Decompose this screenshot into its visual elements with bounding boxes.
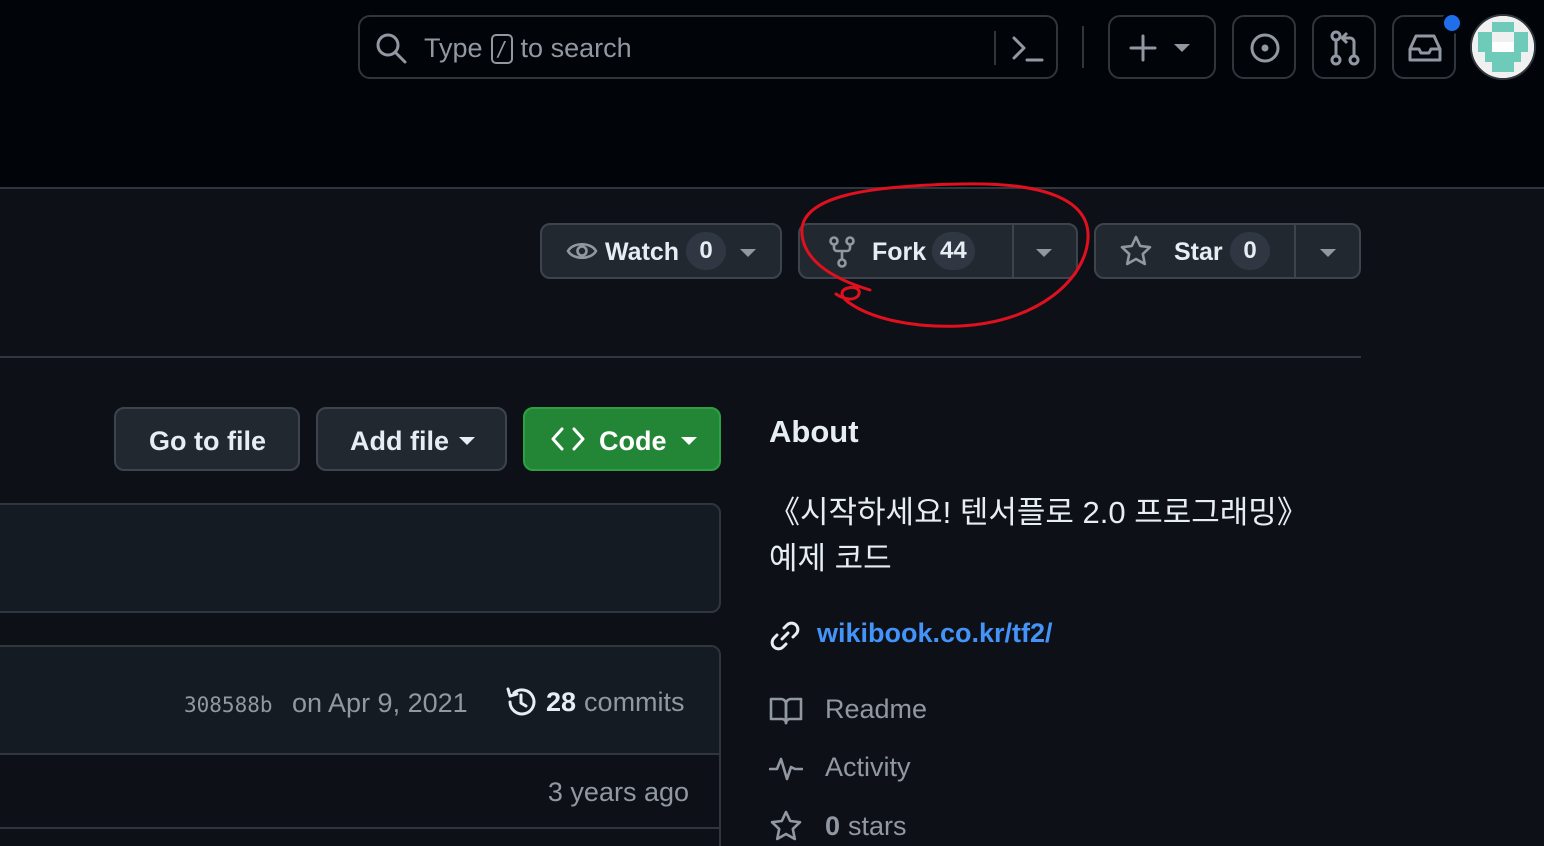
go-to-file-label: Go to file [149,426,266,456]
identicon-icon [1472,16,1534,78]
create-new-button[interactable] [1108,15,1216,79]
fork-button-group: Fork 44 [798,223,1078,279]
history-icon [506,687,536,716]
user-avatar[interactable] [1470,14,1536,80]
plus-icon [1129,34,1157,62]
go-to-file-button[interactable]: Go to file [114,407,300,471]
header-separator [1082,26,1084,68]
chevron-down-icon [1036,249,1052,257]
code-label: Code [599,426,667,456]
star-icon [770,810,802,841]
star-count: 0 [1230,232,1270,270]
branch-info-box [0,503,721,613]
star-icon [1120,235,1152,266]
chevron-down-icon [681,437,697,445]
about-description-line-2: 예제 코드 [769,541,892,576]
code-icon [551,427,585,451]
pull-requests-button[interactable] [1312,15,1376,79]
about-heading: About [769,414,859,449]
commit-sha[interactable]: 308588b [184,693,273,717]
row-updated-time: 3 years ago [547,777,689,807]
repo-forked-icon [829,236,855,268]
git-pull-request-icon [1330,30,1360,66]
watch-button[interactable]: Watch 0 [540,223,782,279]
watch-count: 0 [686,232,726,270]
chevron-down-icon [740,249,756,257]
search-placeholder-suffix: to search [520,33,632,63]
section-divider [0,356,1361,358]
chevron-down-icon [1320,249,1336,257]
stars-count: 0 [825,810,841,841]
latest-commit-bar: 308588b on Apr 9, 2021 28 commits [0,647,719,755]
file-list: 308588b on Apr 9, 2021 28 commits 3 year… [0,645,721,846]
search-placeholder-prefix: Type [424,33,483,63]
search-input[interactable]: Type / to search [358,15,1058,79]
commit-count: 28 [546,686,577,717]
book-icon [769,697,803,724]
readme-link[interactable]: Readme [769,694,927,725]
code-button[interactable]: Code [523,407,721,471]
about-description-line-1: 《시작하세요! 텐서플로 2.0 프로그래밍》 [769,495,1308,530]
about-description: 《시작하세요! 텐서플로 2.0 프로그래밍》 예제 코드 [769,490,1349,582]
search-shortcut-key: / [490,33,513,64]
chevron-down-icon [1174,44,1190,52]
star-button[interactable]: Star 0 [1096,225,1294,277]
issue-opened-icon [1250,33,1280,63]
chevron-down-icon [459,437,475,445]
commits-link[interactable]: 28 commits [504,685,685,719]
commit-label: commits [584,686,685,717]
issues-button[interactable] [1232,15,1296,79]
fork-button[interactable]: Fork 44 [800,225,1012,277]
pulse-icon [769,757,803,780]
star-label: Star [1174,238,1223,266]
add-file-label: Add file [350,426,449,456]
fork-label: Fork [872,238,927,266]
search-icon [376,33,407,64]
eye-icon [566,242,598,260]
activity-label: Activity [825,752,911,782]
table-row[interactable]: 3 years ago [0,755,719,829]
star-dropdown-button[interactable] [1296,225,1359,277]
inbox-icon [1408,34,1442,62]
search-divider [994,31,996,65]
add-file-button[interactable]: Add file [316,407,507,471]
commit-date: on Apr 9, 2021 [292,688,468,718]
activity-link[interactable]: Activity [769,752,911,783]
fork-count: 44 [932,232,975,270]
homepage-link[interactable]: wikibook.co.kr/tf2/ [817,618,1053,649]
fork-dropdown-button[interactable] [1014,225,1076,277]
star-button-group: Star 0 [1094,223,1361,279]
readme-label: Readme [825,694,928,724]
watch-label: Watch [605,238,680,266]
notification-indicator [1441,12,1463,34]
search-placeholder: Type / to search [424,33,632,64]
stars-link[interactable]: 0 stars [769,810,907,842]
github-repo-page: Type / to search Watch 0 Fork 44 Star 0 … [0,0,1544,846]
global-header: Type / to search [0,0,1544,189]
link-icon [770,621,800,651]
stars-label: stars [848,810,907,841]
command-palette-icon[interactable] [1010,31,1046,67]
